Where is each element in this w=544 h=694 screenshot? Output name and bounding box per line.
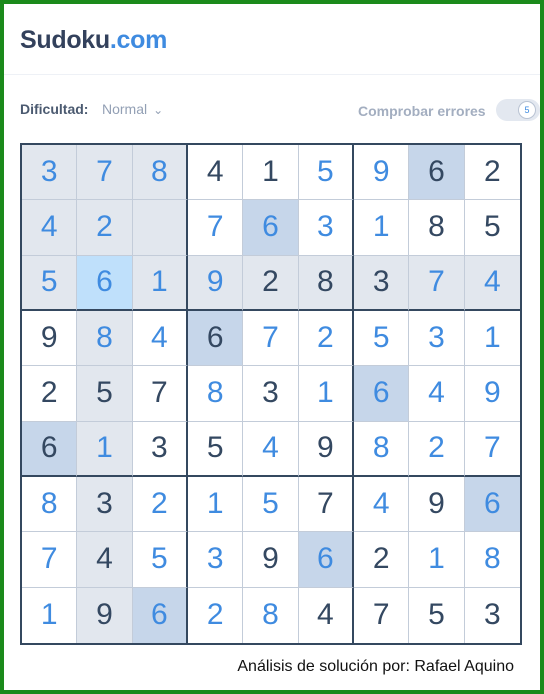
sudoku-cell[interactable]: 9 [77, 587, 133, 643]
sudoku-cell[interactable]: 7 [409, 255, 465, 311]
sudoku-cell[interactable]: 7 [132, 366, 188, 422]
solution-credit: Análisis de solución por: Rafael Aquino [237, 658, 514, 675]
sudoku-cell[interactable]: 5 [22, 255, 78, 311]
sudoku-cell[interactable]: 4 [132, 310, 188, 367]
check-errors-toggle[interactable]: 5 [496, 99, 540, 121]
logo-text: Sudoku [20, 26, 110, 54]
sudoku-cell[interactable]: 7 [464, 421, 520, 477]
sudoku-cell[interactable]: 3 [77, 476, 133, 533]
sudoku-cell[interactable]: 3 [243, 366, 299, 422]
sudoku-cell[interactable]: 9 [243, 532, 299, 588]
sudoku-cell[interactable]: 4 [22, 200, 78, 256]
sudoku-cell[interactable]: 5 [187, 421, 244, 477]
sudoku-board: 3784159624276318556192837498467253125783… [20, 143, 522, 645]
sudoku-cell[interactable]: 1 [77, 421, 133, 477]
sudoku-cell[interactable]: 2 [409, 421, 465, 477]
sudoku-cell[interactable]: 8 [77, 310, 133, 367]
sudoku-cell[interactable]: 6 [409, 145, 465, 201]
sudoku-cell[interactable]: 4 [187, 145, 244, 201]
sudoku-cell[interactable]: 4 [77, 532, 133, 588]
difficulty-value: Normal [102, 101, 148, 117]
sudoku-cell[interactable]: 1 [353, 200, 410, 256]
sudoku-cell[interactable]: 5 [409, 587, 465, 643]
sudoku-cell[interactable]: 9 [353, 145, 410, 201]
sudoku-cell[interactable]: 1 [464, 310, 520, 367]
sudoku-cell[interactable]: 3 [409, 310, 465, 367]
sudoku-cell[interactable]: 7 [353, 587, 410, 643]
chevron-down-icon: ⌄ [153, 103, 164, 117]
sudoku-cell[interactable]: 5 [132, 532, 188, 588]
sudoku-cell[interactable]: 6 [22, 421, 78, 477]
sudoku-cell[interactable]: 2 [243, 255, 299, 311]
sudoku-cell[interactable]: 6 [464, 476, 520, 533]
sudoku-cell[interactable]: 2 [464, 145, 520, 201]
sudoku-cell[interactable]: 8 [132, 145, 188, 201]
sudoku-cell[interactable]: 2 [353, 532, 410, 588]
sudoku-cell[interactable]: 1 [132, 255, 188, 311]
sudoku-cell[interactable]: 8 [409, 200, 465, 256]
toggle-knob: 5 [518, 101, 536, 119]
sudoku-cell[interactable]: 2 [22, 366, 78, 422]
sudoku-cell[interactable]: 1 [409, 532, 465, 588]
sudoku-cell[interactable]: 5 [298, 145, 354, 201]
sudoku-cell[interactable]: 6 [298, 532, 354, 588]
sudoku-cell[interactable]: 6 [77, 255, 133, 311]
sudoku-cell[interactable]: 3 [187, 532, 244, 588]
sudoku-cell[interactable]: 2 [187, 587, 244, 643]
sudoku-cell[interactable]: 7 [243, 310, 299, 367]
sudoku-cell[interactable]: 7 [77, 145, 133, 201]
sudoku-cell[interactable]: 4 [409, 366, 465, 422]
difficulty-label: Dificultad: [20, 101, 89, 117]
sudoku-cell[interactable]: 1 [243, 145, 299, 201]
sudoku-cell[interactable]: 4 [298, 587, 354, 643]
sudoku-cell[interactable]: 9 [22, 310, 78, 367]
sudoku-cell[interactable]: 9 [298, 421, 354, 477]
sudoku-cell[interactable]: 6 [132, 587, 188, 643]
sudoku-cell[interactable]: 1 [187, 476, 244, 533]
sudoku-cell[interactable]: 5 [464, 200, 520, 256]
sudoku-cell[interactable]: 1 [298, 366, 354, 422]
sudoku-cell[interactable]: 2 [298, 310, 354, 367]
sudoku-cell[interactable]: 8 [298, 255, 354, 311]
sudoku-cell[interactable]: 4 [353, 476, 410, 533]
sudoku-cell[interactable]: 2 [132, 476, 188, 533]
sudoku-cell[interactable]: 4 [243, 421, 299, 477]
sudoku-cell[interactable]: 8 [243, 587, 299, 643]
sudoku-cell[interactable]: 3 [22, 145, 78, 201]
sudoku-cell[interactable]: 6 [187, 310, 244, 367]
sudoku-cell[interactable]: 9 [187, 255, 244, 311]
sudoku-cell[interactable]: 8 [464, 532, 520, 588]
sudoku-cell[interactable]: 3 [298, 200, 354, 256]
sudoku-cell[interactable]: 3 [353, 255, 410, 311]
sudoku-logo[interactable]: Sudoku.com [20, 26, 167, 55]
sudoku-cell[interactable]: 6 [353, 366, 410, 422]
sudoku-cell[interactable]: 9 [409, 476, 465, 533]
sudoku-cell[interactable]: 7 [298, 476, 354, 533]
sudoku-cell[interactable]: 4 [464, 255, 520, 311]
difficulty-dropdown[interactable]: Normal ⌄ [102, 101, 163, 117]
sudoku-cell[interactable]: 8 [187, 366, 244, 422]
sudoku-cell[interactable] [132, 200, 188, 256]
sudoku-cell[interactable]: 2 [77, 200, 133, 256]
header-divider [4, 74, 540, 75]
sudoku-cell[interactable]: 7 [22, 532, 78, 588]
sudoku-cell[interactable]: 8 [353, 421, 410, 477]
sudoku-cell[interactable]: 9 [464, 366, 520, 422]
sudoku-cell[interactable]: 6 [243, 200, 299, 256]
sudoku-cell[interactable]: 3 [464, 587, 520, 643]
sudoku-cell[interactable]: 5 [353, 310, 410, 367]
sudoku-cell[interactable]: 5 [243, 476, 299, 533]
check-errors-label: Comprobar errores [358, 103, 486, 119]
sudoku-cell[interactable]: 7 [187, 200, 244, 256]
sudoku-cell[interactable]: 5 [77, 366, 133, 422]
logo-suffix: .com [109, 26, 168, 54]
sudoku-cell[interactable]: 8 [22, 476, 78, 533]
sudoku-cell[interactable]: 3 [132, 421, 188, 477]
sudoku-cell[interactable]: 1 [22, 587, 78, 643]
